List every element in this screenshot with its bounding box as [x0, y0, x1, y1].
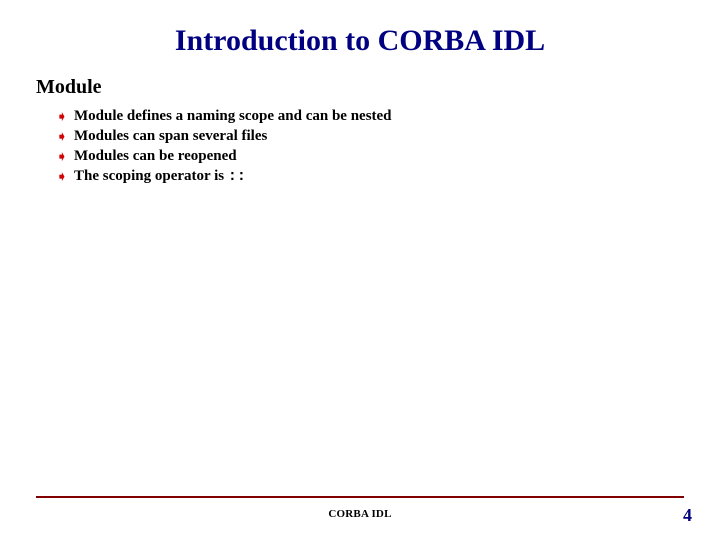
list-item: ➧ Modules can be reopened — [56, 148, 392, 166]
list-item: ➧ The scoping operator is :: — [56, 168, 392, 186]
footer-label: CORBA IDL — [0, 508, 720, 520]
slide-title: Introduction to CORBA IDL — [0, 24, 720, 58]
scoping-operator: :: — [228, 168, 246, 185]
bullet-text-prefix: The scoping operator is — [74, 168, 228, 184]
bullet-text: Module defines a naming scope and can be… — [74, 108, 392, 125]
footer-divider — [36, 496, 684, 498]
bullet-arrow-icon: ➧ — [56, 129, 74, 147]
list-item: ➧ Modules can span several files — [56, 128, 392, 146]
list-item: ➧ Module defines a naming scope and can … — [56, 108, 392, 126]
bullet-text: Modules can be reopened — [74, 148, 237, 165]
section-heading: Module — [36, 76, 102, 99]
bullet-text: The scoping operator is :: — [74, 168, 246, 185]
slide: Introduction to CORBA IDL Module ➧ Modul… — [0, 0, 720, 540]
bullet-arrow-icon: ➧ — [56, 169, 74, 187]
page-number: 4 — [683, 505, 692, 526]
bullet-arrow-icon: ➧ — [56, 149, 74, 167]
bullet-text: Modules can span several files — [74, 128, 267, 145]
bullet-list: ➧ Module defines a naming scope and can … — [56, 108, 392, 188]
bullet-arrow-icon: ➧ — [56, 109, 74, 127]
